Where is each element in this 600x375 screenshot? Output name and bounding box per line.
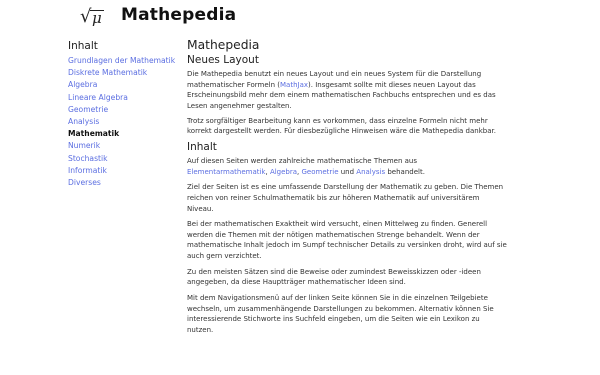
- sidebar-item-analysis[interactable]: Analysis: [68, 116, 178, 128]
- sidebar-item-informatik[interactable]: Informatik: [68, 165, 178, 177]
- page-subtitle: Neues Layout: [187, 54, 259, 66]
- page-title: Mathepedia: [187, 38, 260, 52]
- topics-text-start: Auf diesen Seiten werden zahlreiche math…: [187, 156, 418, 165]
- section-title-inhalt: Inhalt: [187, 140, 217, 153]
- sidebar-item-algebra[interactable]: Algebra: [68, 79, 178, 91]
- sqrt-mu-icon[interactable]: √ μ: [80, 4, 110, 30]
- proofs-paragraph: Zu den meisten Sätzen sind die Beweise o…: [187, 267, 481, 287]
- sidebar-item-lineare-algebra[interactable]: Lineare Algebra: [68, 92, 178, 104]
- algebra-link[interactable]: Algebra: [270, 168, 297, 176]
- sidebar-title: Inhalt: [68, 40, 98, 52]
- sidebar-item-mathematik[interactable]: Mathematik: [68, 128, 178, 140]
- exactness-paragraph: Bei der mathematischen Exaktheit wird ve…: [187, 220, 507, 261]
- sidebar-item-diverses[interactable]: Diverses: [68, 177, 178, 189]
- site-title[interactable]: Mathepedia: [121, 5, 236, 25]
- navigation-paragraph: Mit dem Navigationsmenü auf der linken S…: [187, 294, 494, 334]
- sidebar-item-geometrie[interactable]: Geometrie: [68, 104, 178, 116]
- analysis-link[interactable]: Analysis: [356, 168, 385, 176]
- goal-paragraph: Ziel der Seiten ist es eine umfassende D…: [187, 183, 504, 213]
- mathjax-link[interactable]: MathJax: [280, 81, 308, 89]
- geometrie-link[interactable]: Geometrie: [302, 168, 339, 176]
- sidebar-item-stochastik[interactable]: Stochastik: [68, 153, 178, 165]
- topics-and: und: [338, 167, 357, 176]
- topics-text-end: behandelt.: [385, 167, 425, 176]
- sidebar-nav: Inhalt Grundlagen der Mathematik Diskret…: [68, 40, 178, 189]
- intro-paragraph: Die Mathepedia benutzt ein neues Layout …: [187, 69, 507, 111]
- sidebar-item-numerik[interactable]: Numerik: [68, 140, 178, 152]
- site-header: √ μ Mathepedia: [0, 0, 600, 34]
- main-content: Mathepedia Neues Layout Die Mathepedia b…: [187, 38, 507, 341]
- sidebar-item-diskrete-mathematik[interactable]: Diskrete Mathematik: [68, 67, 178, 79]
- logo-symbol: μ: [92, 9, 102, 27]
- topics-paragraph: Auf diesen Seiten werden zahlreiche math…: [187, 156, 507, 177]
- elementarmathematik-link[interactable]: Elementarmathematik: [187, 168, 265, 176]
- sidebar-item-grundlagen[interactable]: Grundlagen der Mathematik: [68, 55, 178, 67]
- notice-paragraph: Trotz sorgfältiger Bearbeitung kann es v…: [187, 116, 496, 136]
